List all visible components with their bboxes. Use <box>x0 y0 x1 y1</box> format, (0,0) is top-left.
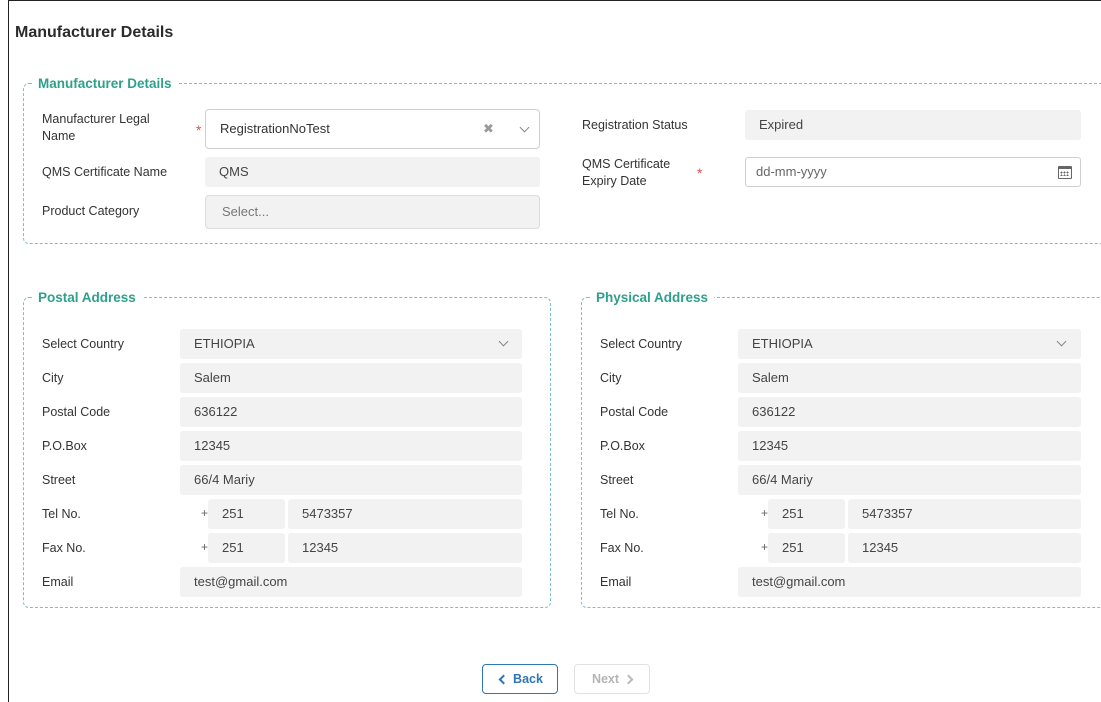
chevron-left-icon <box>498 674 509 684</box>
postal-city-label: City <box>42 371 64 385</box>
postal-fax-label: Fax No. <box>42 541 86 555</box>
postal-code-label: Postal Code <box>42 405 111 419</box>
qms-expiry-date-input[interactable]: dd-mm-yyyy <box>745 157 1081 187</box>
physical-tel-number[interactable]: 5473357 <box>848 499 1081 529</box>
physical-street-label: Street <box>600 473 634 487</box>
physical-postal-code-label: Postal Code <box>600 405 669 419</box>
postal-country-select[interactable]: ETHIOPIA <box>180 329 522 359</box>
postal-tel-number[interactable]: 5473357 <box>288 499 522 529</box>
back-button[interactable]: Back <box>482 664 558 694</box>
physical-address-legend: Physical Address <box>596 290 709 305</box>
plus-sign: + <box>761 540 769 554</box>
physical-email-field[interactable]: test@gmail.com <box>738 567 1081 597</box>
legal-name-value: RegistrationNoTest <box>220 121 330 136</box>
physical-street-field[interactable]: 66/4 Mariy <box>738 465 1081 495</box>
postal-street-field[interactable]: 66/4 Mariy <box>180 465 522 495</box>
product-category-select[interactable]: Select... <box>205 195 540 229</box>
manufacturer-details-legend: Manufacturer Details <box>38 76 172 91</box>
physical-country-label: Select Country <box>600 337 682 351</box>
postal-code-field[interactable]: 636122 <box>180 397 522 427</box>
next-button[interactable]: Next <box>574 664 650 694</box>
physical-pobox-label: P.O.Box <box>600 439 645 453</box>
legal-name-label: Manufacturer Legal Name <box>42 112 150 143</box>
postal-fax-number[interactable]: 12345 <box>288 533 522 563</box>
page-title: Manufacturer Details <box>15 24 174 41</box>
postal-city-field[interactable]: Salem <box>180 363 522 393</box>
postal-address-legend: Postal Address <box>38 290 136 305</box>
physical-postal-code-field[interactable]: 636122 <box>738 397 1081 427</box>
clear-icon[interactable]: ✖ <box>483 121 494 137</box>
postal-pobox-field[interactable]: 12345 <box>180 431 522 461</box>
registration-status-field: Expired <box>745 110 1081 140</box>
physical-city-label: City <box>600 371 622 385</box>
postal-tel-label: Tel No. <box>42 507 81 521</box>
date-placeholder: dd-mm-yyyy <box>756 164 827 179</box>
physical-city-field[interactable]: Salem <box>738 363 1081 393</box>
registration-status-label: Registration Status <box>582 118 688 132</box>
physical-fax-label: Fax No. <box>600 541 644 555</box>
qms-name-field[interactable]: QMS <box>205 157 540 187</box>
postal-street-label: Street <box>42 473 76 487</box>
postal-email-field[interactable]: test@gmail.com <box>180 567 522 597</box>
physical-tel-label: Tel No. <box>600 507 639 521</box>
postal-country-label: Select Country <box>42 337 124 351</box>
physical-pobox-field[interactable]: 12345 <box>738 431 1081 461</box>
product-category-label: Product Category <box>42 204 140 218</box>
postal-pobox-label: P.O.Box <box>42 439 87 453</box>
next-button-label: Next <box>591 672 620 686</box>
chevron-right-icon <box>623 674 634 684</box>
back-button-label: Back <box>513 672 543 686</box>
physical-email-label: Email <box>600 575 632 589</box>
postal-tel-code[interactable]: 251 <box>208 499 285 529</box>
physical-tel-code[interactable]: 251 <box>768 499 845 529</box>
physical-country-select[interactable]: ETHIOPIA <box>738 329 1081 359</box>
postal-fax-code[interactable]: 251 <box>208 533 285 563</box>
postal-email-label: Email <box>42 575 74 589</box>
physical-fax-number[interactable]: 12345 <box>848 533 1081 563</box>
physical-fax-code[interactable]: 251 <box>768 533 845 563</box>
plus-sign: + <box>201 506 209 520</box>
required-asterisk: * <box>196 122 202 138</box>
plus-sign: + <box>201 540 209 554</box>
plus-sign: + <box>761 506 769 520</box>
required-asterisk: * <box>697 165 703 181</box>
qms-expiry-label: QMS Certificate Expiry Date <box>582 157 671 188</box>
calendar-icon[interactable] <box>1058 166 1072 179</box>
qms-name-label: QMS Certificate Name <box>42 165 168 179</box>
